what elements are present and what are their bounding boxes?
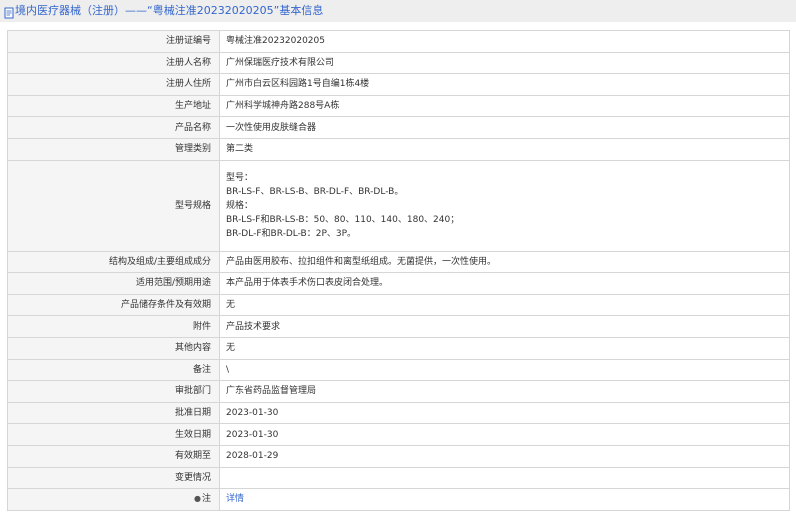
row-value: 广州市白云区科园路1号自编1栋4楼 — [219, 73, 790, 96]
row-label: 变更情况 — [7, 466, 220, 490]
row-label: 生效日期 — [7, 423, 220, 446]
table-row: 变更情况 — [7, 466, 790, 490]
table-row: ●注 详情 — [7, 488, 790, 511]
row-label: 型号规格 — [7, 159, 220, 252]
table-row: 型号规格 型号： BR-LS-F、BR-LS-B、BR-DL-F、BR-DL-B… — [7, 159, 790, 252]
row-label: 注册人名称 — [7, 51, 220, 75]
spec-line: 型号： — [226, 172, 254, 183]
info-table: 注册证编号 粤械注准20232020205 注册人名称 广州保瑞医疗技术有限公司… — [7, 30, 790, 511]
table-row: 备注 \ — [7, 358, 790, 382]
row-label: 注册证编号 — [7, 30, 220, 53]
header-bar: 境内医疗器械（注册）——“粤械注准20232020205”基本信息 — [0, 0, 796, 22]
document-icon — [4, 5, 14, 19]
table-row: 生效日期 2023-01-30 — [7, 423, 790, 446]
page: 境内医疗器械（注册）——“粤械注准20232020205”基本信息 注册证编号 … — [0, 0, 796, 532]
table-row: 管理类别 第二类 — [7, 137, 790, 161]
row-value: 产品由医用胶布、拉扣组件和离型纸组成。无菌提供，一次性使用。 — [219, 250, 790, 274]
spec-line: 规格： — [226, 200, 254, 211]
table-row: 适用范围/预期用途 本产品用于体表手术伤口表皮闭合处理。 — [7, 272, 790, 295]
table-row: 注册人名称 广州保瑞医疗技术有限公司 — [7, 51, 790, 75]
table-row: 产品储存条件及有效期 无 — [7, 293, 790, 317]
table-row: 附件 产品技术要求 — [7, 315, 790, 338]
row-value: 详情 — [219, 488, 790, 511]
row-label: 适用范围/预期用途 — [7, 272, 220, 295]
table-row: 其他内容 无 — [7, 336, 790, 360]
table-row: 产品名称 一次性使用皮肤缝合器 — [7, 116, 790, 139]
row-label: 有效期至 — [7, 444, 220, 468]
row-label: 注 — [201, 494, 211, 505]
row-value: 无 — [219, 293, 790, 317]
table-row: 结构及组成/主要组成成分 产品由医用胶布、拉扣组件和离型纸组成。无菌提供，一次性… — [7, 250, 790, 274]
row-value: 广州保瑞医疗技术有限公司 — [219, 51, 790, 75]
table-row: 生产地址 广州科学城神舟路288号A栋 — [7, 94, 790, 118]
table-row: 注册证编号 粤械注准20232020205 — [7, 30, 790, 53]
row-label: 产品名称 — [7, 116, 220, 139]
row-value: 2023-01-30 — [219, 423, 790, 446]
row-label: 管理类别 — [7, 137, 220, 161]
row-value: 本产品用于体表手术伤口表皮闭合处理。 — [219, 272, 790, 295]
row-label: 其他内容 — [7, 336, 220, 360]
row-label: 产品储存条件及有效期 — [7, 293, 220, 317]
row-value — [219, 466, 790, 490]
row-value: 一次性使用皮肤缝合器 — [219, 116, 790, 139]
row-label: 批准日期 — [7, 401, 220, 425]
row-label: 附件 — [7, 315, 220, 338]
page-title: 境内医疗器械（注册）——“粤械注准20232020205”基本信息 — [15, 4, 324, 17]
row-value: 粤械注准20232020205 — [219, 30, 790, 53]
row-label: 审批部门 — [7, 380, 220, 403]
spec-line: BR-LS-F和BR-LS-B：50、80、110、140、180、240； — [226, 214, 460, 225]
table-row: 注册人住所 广州市白云区科园路1号自编1栋4楼 — [7, 73, 790, 96]
table-row: 审批部门 广东省药品监督管理局 — [7, 380, 790, 403]
row-label: 备注 — [7, 358, 220, 382]
bullet-icon: ● — [194, 494, 201, 504]
row-value: 第二类 — [219, 137, 790, 161]
row-value-multiline: 型号： BR-LS-F、BR-LS-B、BR-DL-F、BR-DL-B。 规格：… — [219, 159, 790, 252]
row-label: 注册人住所 — [7, 73, 220, 96]
details-link[interactable]: 详情 — [226, 494, 244, 504]
row-value: 广东省药品监督管理局 — [219, 380, 790, 403]
spec-line: BR-DL-F和BR-DL-B：2P、3P。 — [226, 228, 357, 239]
row-value: \ — [219, 358, 790, 382]
table-row: 批准日期 2023-01-30 — [7, 401, 790, 425]
table-row: 有效期至 2028-01-29 — [7, 444, 790, 468]
row-value: 产品技术要求 — [219, 315, 790, 338]
row-label: 结构及组成/主要组成成分 — [7, 250, 220, 274]
spec-line: BR-LS-F、BR-LS-B、BR-DL-F、BR-DL-B。 — [226, 186, 404, 197]
row-value: 无 — [219, 336, 790, 360]
row-value: 2023-01-30 — [219, 401, 790, 425]
row-label: 生产地址 — [7, 94, 220, 118]
note-label-cell: ●注 — [7, 488, 220, 511]
row-value: 2028-01-29 — [219, 444, 790, 468]
row-value: 广州科学城神舟路288号A栋 — [219, 94, 790, 118]
